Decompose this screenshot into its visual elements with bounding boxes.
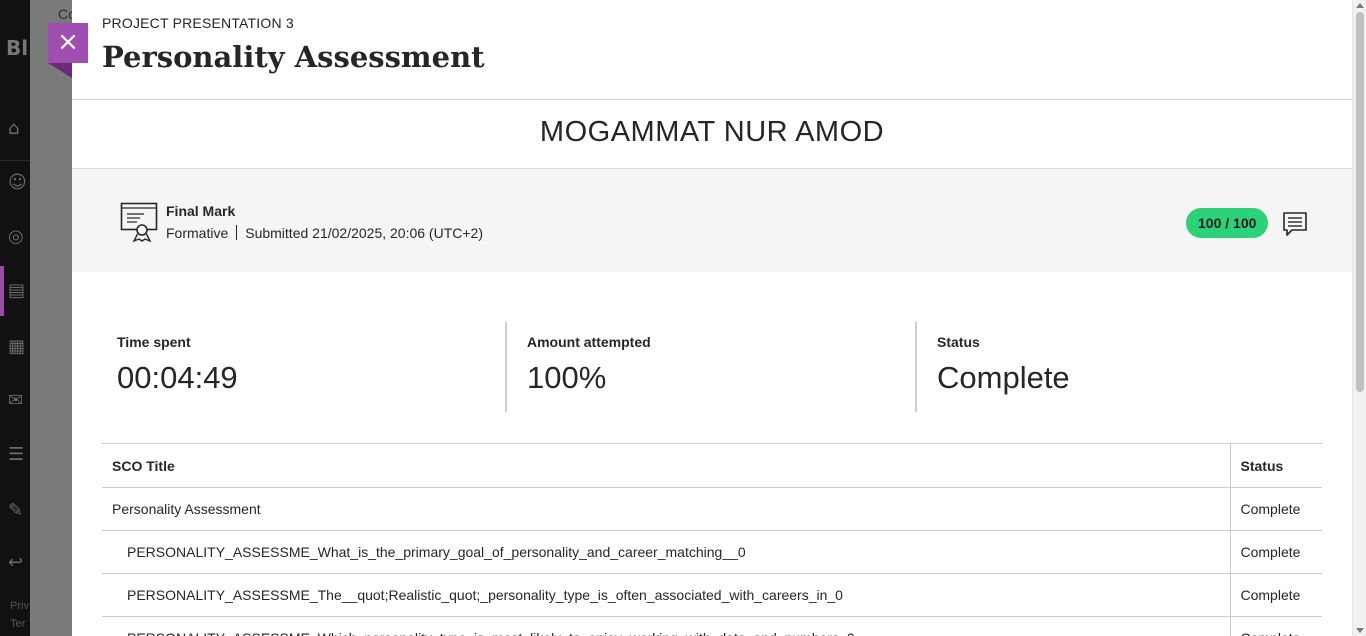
table-row: PERSONALITY_ASSESSME_What_is_the_primary… (102, 530, 1322, 574)
sco-status-cell: Complete (1229, 530, 1322, 574)
final-mark-meta: Formative Submitted 21/02/2025, 20:06 (UT… (166, 225, 483, 241)
close-button[interactable]: × (48, 23, 88, 63)
table-header-row: SCO Title Status (102, 443, 1322, 488)
final-mark-section: Final Mark Formative Submitted 21/02/2025… (72, 168, 1352, 272)
meta-separator (236, 225, 238, 240)
score-badge[interactable]: 100 / 100 (1186, 208, 1269, 238)
sco-status-cell: Complete (1229, 573, 1322, 617)
nav-active-indicator (0, 266, 4, 316)
stat-label: Amount attempted (527, 334, 651, 350)
stat-label: Time spent (117, 334, 191, 350)
courses-icon: ▤ (8, 280, 26, 301)
close-button-tail (48, 63, 72, 78)
sco-status-cell: Complete (1229, 487, 1322, 531)
grading-panel: PROJECT PRESENTATION 3 Personality Asses… (72, 0, 1352, 636)
scroll-up-arrow-icon[interactable] (1356, 3, 1364, 8)
footer-privacy: Priv (10, 600, 29, 612)
stat-value: Complete (937, 360, 1070, 395)
feedback-icon[interactable] (1282, 211, 1308, 237)
stat-divider (505, 322, 507, 412)
stat-value: 100% (527, 360, 607, 395)
background-nav: Bl ⌂ ☺ ◎ ▤ ▦ ✉ ☰ ✎ ↩ Priv Ter (0, 0, 30, 636)
globe-icon: ◎ (8, 226, 24, 247)
nav-divider (0, 160, 30, 161)
table-row: PERSONALITY_ASSESSME_Which_personality_t… (102, 616, 1322, 636)
panel-scrollbar[interactable] (1352, 0, 1366, 636)
sco-status-cell: Complete (1229, 616, 1322, 636)
scrollbar-thumb[interactable] (1356, 12, 1364, 392)
institution-icon: ⌂ (8, 118, 20, 139)
panel-kicker: PROJECT PRESENTATION 3 (102, 15, 294, 31)
grade-type: Formative (166, 225, 229, 241)
sign-out-icon: ↩ (8, 552, 24, 573)
stat-status: Status Complete (937, 322, 1317, 412)
footer-terms: Ter (10, 618, 26, 630)
calendar-icon: ▦ (8, 336, 26, 357)
background-logo: Bl (6, 36, 29, 60)
sco-title-cell: PERSONALITY_ASSESSME_The__quot;Realistic… (102, 573, 1230, 617)
certificate-icon (120, 202, 158, 242)
sco-title-cell: PERSONALITY_ASSESSME_Which_personality_t… (102, 616, 1230, 636)
sco-table-container: SCO Title Status Personality Assessment … (102, 443, 1322, 636)
header-divider (72, 99, 1352, 100)
stat-time-spent: Time spent 00:04:49 (117, 322, 497, 412)
sco-title-cell: PERSONALITY_ASSESSME_What_is_the_primary… (102, 530, 1230, 574)
grades-icon: ☰ (8, 444, 25, 465)
stat-value: 00:04:49 (117, 360, 238, 395)
sco-title-cell: Personality Assessment (102, 487, 1230, 531)
scroll-down-arrow-icon[interactable] (1356, 628, 1364, 633)
background-content: Co (30, 0, 102, 636)
column-header-sco-title[interactable]: SCO Title (102, 443, 1230, 488)
student-name: MOGAMMAT NUR AMOD (539, 116, 885, 148)
page-title: Personality Assessment (102, 40, 485, 74)
table-row: PERSONALITY_ASSESSME_The__quot;Realistic… (102, 573, 1322, 617)
column-header-status[interactable]: Status (1229, 443, 1322, 488)
stat-label: Status (937, 334, 980, 350)
messages-icon: ✉ (8, 390, 24, 411)
stat-amount-attempted: Amount attempted 100% (527, 322, 907, 412)
sco-table: SCO Title Status Personality Assessment … (102, 443, 1322, 636)
table-row: Personality Assessment Complete (102, 487, 1322, 531)
submission-date: Submitted 21/02/2025, 20:06 (UTC+2) (245, 225, 483, 241)
stat-divider (915, 322, 917, 412)
profile-icon: ☺ (8, 172, 27, 193)
tools-icon: ✎ (8, 500, 24, 521)
final-mark-title: Final Mark (166, 203, 236, 219)
